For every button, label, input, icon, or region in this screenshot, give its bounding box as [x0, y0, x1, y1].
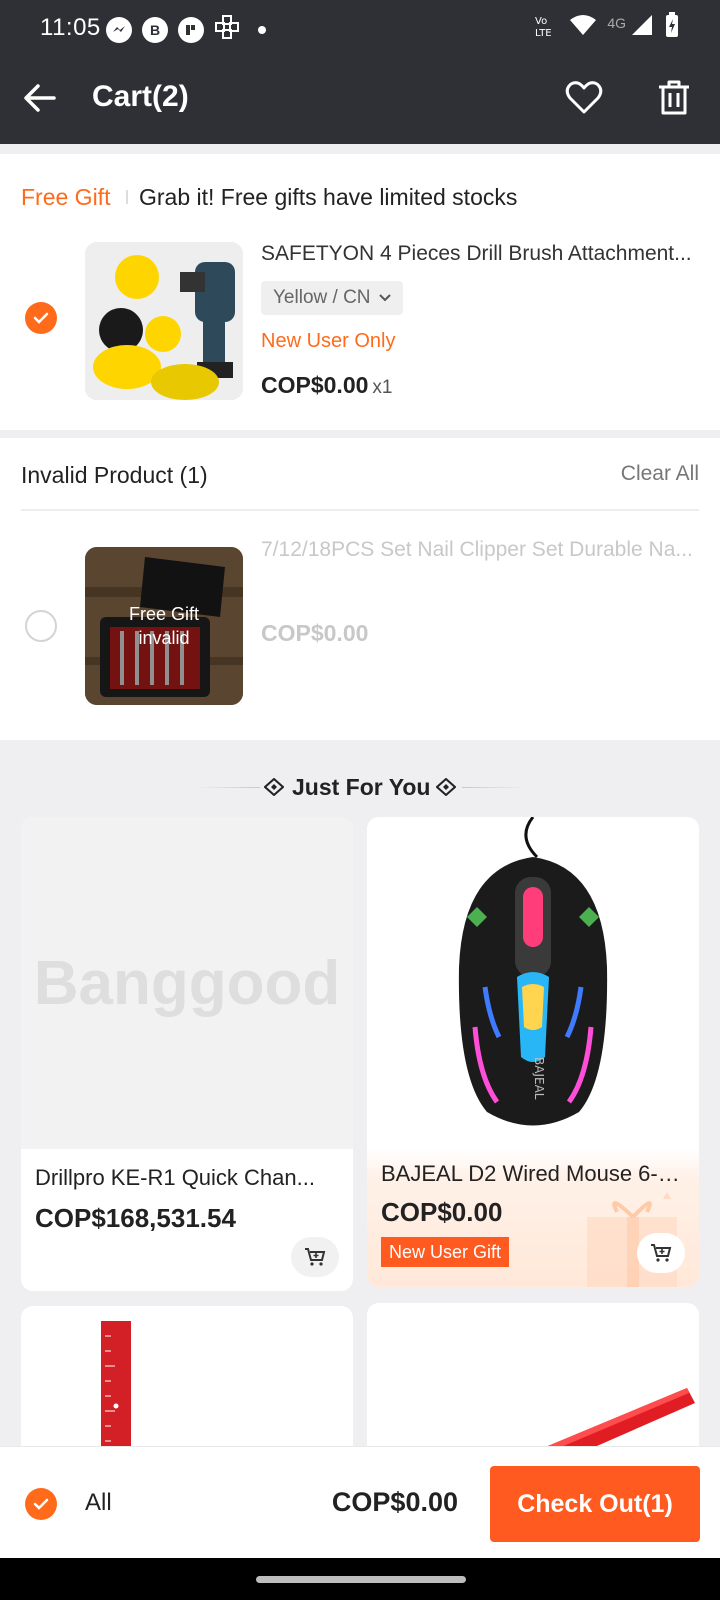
invalid-product-heading: Invalid Product (1) [21, 462, 208, 488]
gift-item-checkbox[interactable] [25, 302, 57, 334]
status-time: 11:05 [40, 14, 101, 41]
divider [126, 190, 128, 204]
system-icons: Vo LTE 4G [533, 12, 680, 43]
invalid-product-section: Invalid Product (1) Clear All Free Gift … [0, 438, 720, 740]
add-to-cart-button[interactable] [637, 1233, 685, 1273]
trash-icon [659, 80, 689, 115]
free-gift-invalid-overlay: Free Gift invalid [85, 547, 243, 705]
divider [21, 509, 699, 511]
free-gift-message: Grab it! Free gifts have limited stocks [139, 184, 518, 210]
cart-icon [651, 1244, 672, 1262]
back-button[interactable] [18, 76, 62, 120]
nail-clipper-image[interactable]: Free Gift invalid [85, 547, 243, 705]
home-gesture-handle[interactable] [256, 1576, 466, 1583]
select-all-label[interactable]: All [85, 1489, 112, 1517]
app-bar: Cart(2) [0, 56, 720, 144]
clear-all-button[interactable]: Clear All [621, 462, 699, 486]
wishlist-button[interactable] [562, 76, 606, 120]
signal-icon [630, 13, 654, 42]
product-title: BAJEAL D2 Wired Mouse 6-Bu... [381, 1161, 681, 1186]
b-app-icon: B [142, 16, 168, 43]
product-card[interactable]: BAJEAL BAJEAL D2 Wired Mouse 6-Bu... COP… [367, 817, 699, 1287]
gift-item-price-row: COP$0.00 x1 [261, 372, 392, 399]
invalid-item-checkbox[interactable] [25, 610, 57, 642]
add-to-cart-button[interactable] [291, 1237, 339, 1277]
svg-text:Vo: Vo [535, 16, 547, 27]
free-gift-section: Free Gift Grab it! Free gifts have limit… [0, 154, 720, 430]
invalid-item-price: COP$0.00 [261, 620, 369, 646]
product-price: COP$0.00 [381, 1197, 503, 1227]
checkout-button[interactable]: Check Out(1) [490, 1466, 700, 1542]
overlay-line-1: Free Gift [128, 604, 199, 624]
checkmark-icon [33, 312, 49, 324]
new-user-gift-badge: New User Gift [381, 1237, 510, 1267]
messenger-icon [106, 16, 132, 43]
gift-item-price: COP$0.00 [261, 372, 369, 398]
diamond-right-icon [436, 778, 456, 796]
just-for-you-heading: Just For You [0, 770, 720, 806]
product-image-placeholder: Banggood [21, 817, 353, 1149]
divider [462, 787, 526, 788]
select-all-checkbox[interactable] [25, 1488, 57, 1520]
diamond-left-icon [264, 778, 284, 796]
page-title: Cart(2) [92, 80, 189, 113]
volte-icon: Vo LTE [533, 13, 559, 42]
cart-icon [305, 1248, 326, 1266]
new-user-only-label: New User Only [261, 330, 396, 352]
svg-text:LTE: LTE [535, 28, 552, 39]
free-gift-tag: Free Gift [21, 184, 111, 210]
battery-icon [664, 12, 680, 43]
product-price: COP$168,531.54 [35, 1203, 236, 1233]
banggood-placeholder-logo: Banggood [33, 948, 341, 1018]
back-arrow-icon [24, 84, 56, 112]
checkmark-icon [33, 1498, 49, 1510]
gift-item-qty: x1 [372, 377, 393, 398]
notification-icons: B [106, 14, 266, 45]
product-card[interactable]: Banggood Drillpro KE-R1 Quick Chan... CO… [21, 817, 353, 1291]
mouse-brand-mark: BAJEAL [532, 1057, 546, 1100]
variant-selector[interactable]: Yellow / CN [261, 281, 403, 315]
variant-label: Yellow / CN [273, 287, 371, 308]
gift-item-title[interactable]: SAFETYON 4 Pieces Drill Brush Attachment… [261, 242, 701, 266]
system-nav-bar [0, 1558, 720, 1600]
cart-total: COP$0.00 [331, 1487, 458, 1517]
overlay-line-2: invalid [138, 628, 190, 648]
network-type: 4G [607, 14, 626, 31]
checkout-bar: All COP$0.00 Check Out(1) [0, 1446, 720, 1558]
status-bar: 11:05 B Vo LTE 4G [0, 0, 720, 56]
checkout-label: Check Out(1) [517, 1489, 673, 1518]
chevron-down-icon [378, 294, 391, 302]
drill-brush-image[interactable] [85, 242, 243, 400]
mouse-image: BAJEAL [367, 817, 699, 1149]
divider [196, 787, 260, 788]
invalid-item-title[interactable]: 7/12/18PCS Set Nail Clipper Set Durable … [261, 538, 701, 562]
just-for-you-title: Just For You [292, 774, 431, 800]
product-title: Drillpro KE-R1 Quick Chan... [35, 1165, 315, 1190]
delete-button[interactable] [652, 76, 696, 120]
gift-box-decoration-icon [587, 1192, 677, 1287]
heart-icon [565, 81, 603, 114]
bold-app-icon [178, 16, 204, 43]
grid-app-icon [214, 14, 240, 45]
wifi-icon [569, 13, 597, 42]
more-notifications-dot [258, 25, 266, 34]
